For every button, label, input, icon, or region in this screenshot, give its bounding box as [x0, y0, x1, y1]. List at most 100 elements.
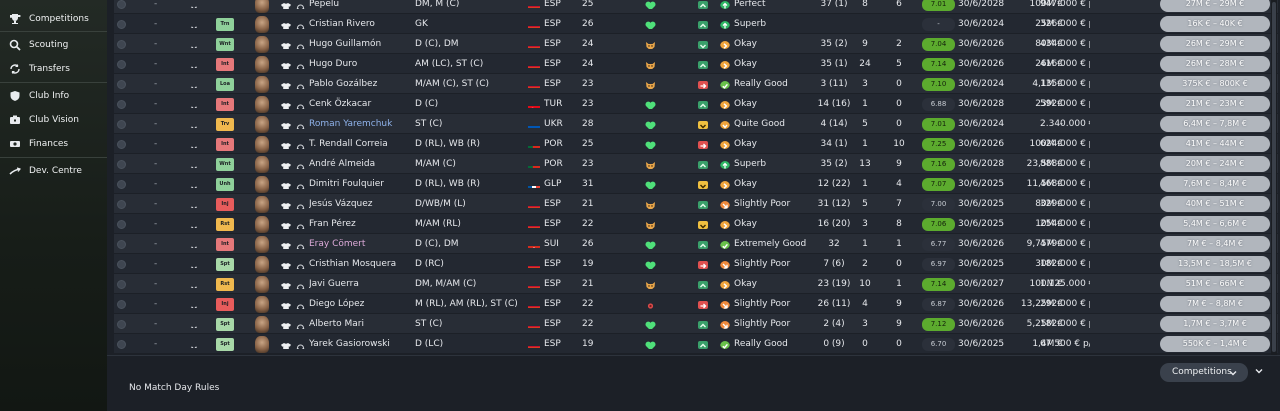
scout-report-icon[interactable] — [296, 300, 305, 309]
row-select-checkbox[interactable] — [117, 20, 126, 29]
row-select-checkbox[interactable] — [117, 200, 126, 209]
transfer-value-range: 375K € – 800K € — [1160, 76, 1270, 92]
row-select-checkbox[interactable] — [117, 0, 126, 9]
table-row[interactable]: - Unh Dimitri Foulquier D (RL), WB (R) GLP 31… — [114, 174, 1278, 194]
sidebar-item-club-info[interactable]: Club Info — [0, 84, 107, 108]
table-row[interactable]: - Int Cenk Özkacar D (C) TUR 23 Okay 14 (16) 1 0 6… — [114, 94, 1278, 114]
scout-report-icon[interactable] — [296, 20, 305, 29]
table-row[interactable]: - Inj Jesús Vázquez D/WB/M (L) ESP 21 Slightly… — [114, 194, 1278, 214]
form-status-text: Okay — [734, 59, 757, 69]
morale-arrow-icon — [698, 0, 708, 9]
scout-report-icon[interactable] — [296, 100, 305, 109]
row-select-checkbox[interactable] — [117, 60, 126, 69]
table-scrollbar[interactable] — [1271, 0, 1277, 355]
row-select-checkbox[interactable] — [117, 40, 126, 49]
sidebar-item-label: Finances — [29, 139, 69, 149]
sidebar-item-finances[interactable]: Finances — [0, 132, 107, 156]
appearances: 34 (1) — [820, 139, 848, 149]
sidebar-item-transfers[interactable]: Transfers — [0, 57, 107, 81]
row-select-checkbox[interactable] — [117, 340, 126, 349]
row-select-checkbox[interactable] — [117, 80, 126, 89]
sidebar-item-scouting[interactable]: Scouting — [0, 33, 107, 57]
sidebar-item-dev-centre[interactable]: Dev. Centre — [0, 159, 107, 183]
table-row[interactable]: - Int Eray Cömert D (C), DM SUI 26 Extremely G… — [114, 234, 1278, 254]
row-select-checkbox[interactable] — [117, 300, 126, 309]
chevron-down-icon[interactable] — [190, 80, 198, 88]
row-select-checkbox[interactable] — [117, 240, 126, 249]
table-row[interactable]: - Int Hugo Duro AM (LC), ST (C) ESP 24 Okay 35 … — [114, 54, 1278, 74]
row-select-checkbox[interactable] — [117, 120, 126, 129]
player-age: 26 — [582, 239, 594, 249]
shirt-icon — [281, 340, 291, 349]
scout-report-icon[interactable] — [296, 60, 305, 69]
player-age: 24 — [582, 39, 594, 49]
row-select-checkbox[interactable] — [117, 260, 126, 269]
table-row[interactable]: - Rst Fran Pérez M/AM (RL) ESP 22 Okay 16 (20) 3… — [114, 214, 1278, 234]
table-row[interactable]: - Trn Cristian Rivero GK ESP 26 Superb -30/6/20… — [114, 14, 1278, 34]
chevron-down-icon[interactable] — [190, 40, 198, 48]
chevron-down-icon[interactable] — [190, 340, 198, 348]
table-row[interactable]: - Trv Roman Yaremchuk ST (C) UKR 28 Quite Good… — [114, 114, 1278, 134]
table-row[interactable]: - Spt Alberto Mari ST (C) ESP 22 Slightly Poor… — [114, 314, 1278, 334]
morale-arrow-icon — [698, 199, 708, 209]
scout-report-icon[interactable] — [296, 260, 305, 269]
row-select-checkbox[interactable] — [117, 320, 126, 329]
row-select-checkbox[interactable] — [117, 100, 126, 109]
chevron-down-icon[interactable] — [190, 180, 198, 188]
chevron-down-icon[interactable] — [1254, 366, 1264, 376]
chevron-down-icon[interactable] — [190, 140, 198, 148]
sidebar-item-club-vision[interactable]: Club Vision — [0, 108, 107, 132]
row-select-checkbox[interactable] — [117, 280, 126, 289]
scrollbar-thumb[interactable] — [1272, 2, 1276, 352]
chevron-down-icon[interactable] — [190, 0, 198, 8]
chevron-down-icon[interactable] — [190, 20, 198, 28]
table-row[interactable]: - Int T. Rendall Correia D (RL), WB (R) POR 2… — [114, 134, 1278, 154]
scout-report-icon[interactable] — [296, 180, 305, 189]
selection-value: - — [154, 139, 158, 149]
scout-report-icon[interactable] — [296, 0, 305, 9]
chevron-down-icon[interactable] — [190, 100, 198, 108]
average-rating: 7.14 — [922, 278, 955, 291]
shirt-icon — [281, 140, 291, 149]
competitions-dropdown[interactable]: Competitions — [1160, 363, 1248, 382]
scout-report-icon[interactable] — [296, 320, 305, 329]
flag-icon — [528, 161, 540, 168]
nationality: ESP — [544, 59, 561, 69]
chevron-down-icon[interactable] — [190, 320, 198, 328]
scout-report-icon[interactable] — [296, 280, 305, 289]
chevron-down-icon[interactable] — [190, 120, 198, 128]
scout-report-icon[interactable] — [296, 120, 305, 129]
chevron-down-icon[interactable] — [190, 260, 198, 268]
table-row[interactable]: - Inj Diego López M (RL), AM (RL), ST (C) ES… — [114, 294, 1278, 314]
scout-report-icon[interactable] — [296, 200, 305, 209]
chevron-down-icon[interactable] — [190, 300, 198, 308]
row-select-checkbox[interactable] — [117, 160, 126, 169]
chevron-down-icon[interactable] — [190, 200, 198, 208]
scout-report-icon[interactable] — [296, 160, 305, 169]
table-row[interactable]: - Wnt Hugo Guillamón D (C), DM ESP 24 Okay 35 (… — [114, 34, 1278, 54]
chevron-down-icon[interactable] — [190, 160, 198, 168]
scout-report-icon[interactable] — [296, 240, 305, 249]
row-select-checkbox[interactable] — [117, 220, 126, 229]
row-select-checkbox[interactable] — [117, 140, 126, 149]
table-row[interactable]: - Rst Javi Guerra DM, M/AM (C) ESP 21 Okay 23 (… — [114, 274, 1278, 294]
scout-report-icon[interactable] — [296, 220, 305, 229]
player-age: 25 — [582, 0, 594, 9]
scout-report-icon[interactable] — [296, 340, 305, 349]
chevron-down-icon[interactable] — [190, 220, 198, 228]
scout-report-icon[interactable] — [296, 40, 305, 49]
table-row[interactable]: - Wnt André Almeida M/AM (C) POR 23 Superb 35 (… — [114, 154, 1278, 174]
table-row[interactable]: - Spt Cristhian Mosquera D (RC) ESP 19 Slightl… — [114, 254, 1278, 274]
sidebar-item-competitions[interactable]: Competitions — [0, 7, 107, 31]
shirt-icon — [281, 0, 291, 9]
table-row[interactable]: - Pepelu DM, M (C) ESP 25 Perfect 37 (1) 8 6 7.01… — [114, 0, 1278, 14]
chevron-down-icon[interactable] — [190, 60, 198, 68]
row-select-checkbox[interactable] — [117, 180, 126, 189]
scout-report-icon[interactable] — [296, 80, 305, 89]
goals — [858, 14, 872, 34]
scout-report-icon[interactable] — [296, 140, 305, 149]
chevron-down-icon[interactable] — [190, 240, 198, 248]
table-row[interactable]: - Spt Yarek Gasiorowski D (LC) ESP 19 Really G… — [114, 334, 1278, 354]
chevron-down-icon[interactable] — [190, 280, 198, 288]
table-row[interactable]: - Loa Pablo Gozálbez M/AM (C), ST (C) ESP 23 R… — [114, 74, 1278, 94]
